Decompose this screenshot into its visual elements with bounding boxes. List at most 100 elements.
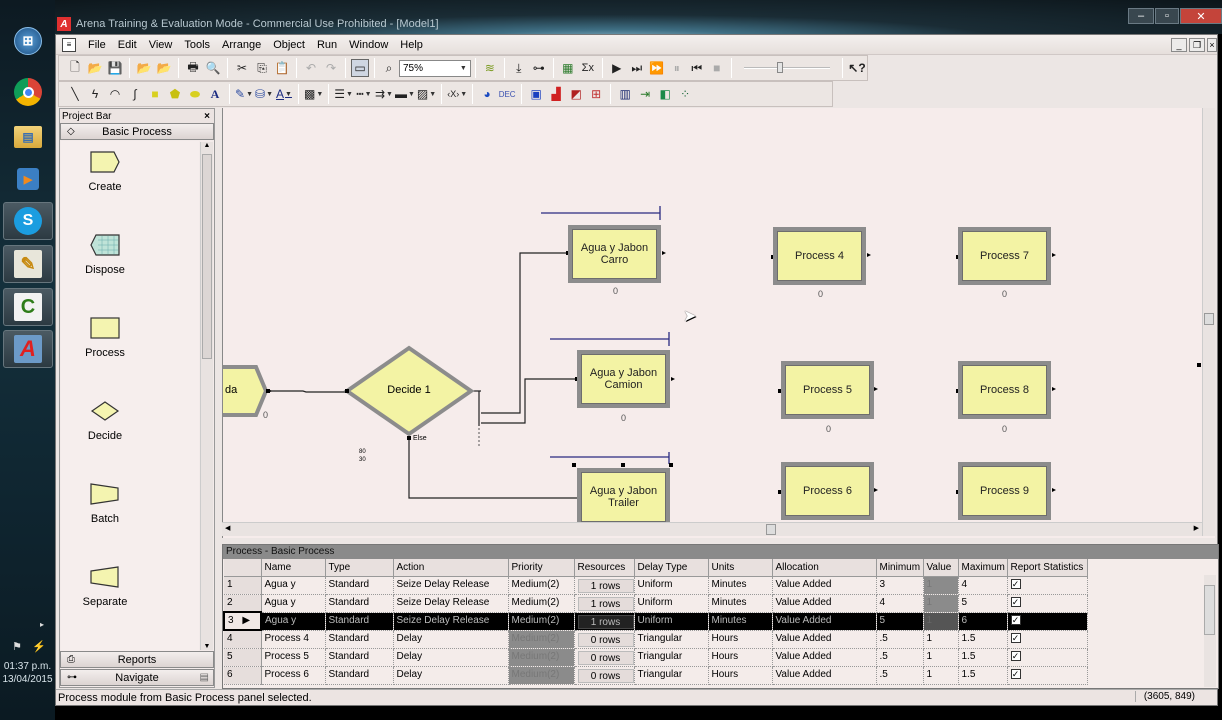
report-statistics-checkbox[interactable]: ✓ [1010,650,1021,661]
resource-animation-icon[interactable]: ⇥ [636,85,654,103]
copy-icon[interactable]: ⎘ [253,59,271,77]
taskbar-media-player[interactable]: ▶ [3,160,53,198]
system-clock[interactable]: 01:37 p.m. 13/04/2015 [0,660,55,686]
network-tray-icon[interactable]: ⚑ [10,640,24,654]
connect-icon[interactable]: ⊶ [530,59,548,77]
ellipse-tool-icon[interactable]: ⬬ [186,85,204,103]
table-row[interactable]: 5 Process 5 Standard Delay Medium(2) 0 rows Tr… [224,648,1088,667]
panel-tab-navigate[interactable]: ⊶ Navigate ▤ [60,669,214,686]
bezier-tool-icon[interactable]: ∫ [126,85,144,103]
print-icon[interactable]: 🖶 [184,59,202,77]
mdi-close-button[interactable]: × [1207,38,1217,52]
resources-rows-button[interactable]: 1 rows [577,596,633,611]
column-header-action[interactable]: Action [393,559,509,577]
cell-resources[interactable]: 1 rows [574,612,635,631]
arrow-style-icon[interactable]: ⇉ ▼ [375,85,393,103]
polyline-tool-icon[interactable]: ϟ [86,85,104,103]
menu-arrange[interactable]: Arrange [216,39,267,51]
column-header-value[interactable]: Value [923,559,959,577]
taskbar-arena[interactable]: A [3,330,53,368]
show-dimensions-icon[interactable]: ‹X› ▼ [447,85,467,103]
cell-allocation[interactable]: Value Added [772,630,877,649]
report-statistics-checkbox[interactable]: ✓ [1010,578,1021,589]
cell-delay-type[interactable]: Uniform [634,576,709,595]
resources-rows-button[interactable]: 1 rows [577,578,633,593]
column-header-maximum[interactable]: Maximum [958,559,1008,577]
box-tool-icon[interactable]: ■ [146,85,164,103]
fill-pattern-icon[interactable]: ▨ ▼ [417,85,436,103]
module-separate[interactable]: Separate [83,566,127,608]
report-statistics-checkbox[interactable]: ✓ [1010,668,1021,679]
panel-tab-reports[interactable]: ⎙ Reports [60,651,214,668]
cell-resources[interactable]: 1 rows [574,576,635,595]
cell-units[interactable]: Minutes [708,594,773,613]
show-hidden-icons-icon[interactable]: ▸ [40,620,44,629]
close-icon[interactable]: × [204,111,210,122]
menu-file[interactable]: File [82,39,112,51]
process-7[interactable]: Process 7 [958,227,1051,285]
cell-name[interactable]: Agua y [261,594,326,613]
save-icon[interactable]: 💾 [106,59,124,77]
table-row[interactable]: 1 Agua y Standard Seize Delay Release Medium… [224,576,1088,595]
decide-module-label[interactable]: Decide 1 [379,384,439,396]
project-bar-scrollbar[interactable]: ▲ ▼ [200,142,213,650]
window-titlebar[interactable]: A Arena Training & Evaluation Mode - Com… [55,14,1222,34]
cell-type[interactable]: Standard [325,612,394,631]
panel-tab-basic-process[interactable]: ◇ Basic Process [60,123,214,140]
cell-allocation[interactable]: Value Added [772,594,877,613]
start-over-icon[interactable]: ⏮ [688,59,706,77]
panel-options-icon[interactable]: ▤ [200,672,209,683]
minimize-window-button[interactable]: ‒ [1128,8,1154,24]
cell-action[interactable]: Delay [393,630,509,649]
column-header-resources[interactable]: Resources [574,559,635,577]
context-help-icon[interactable]: ↖? [848,59,866,77]
column-header-units[interactable]: Units [708,559,773,577]
arc-tool-icon[interactable]: ◠ [106,85,124,103]
cell-type[interactable]: Standard [325,630,394,649]
fast-forward-icon[interactable]: ⏩ [648,59,666,77]
cell-maximum[interactable]: 1.5 [958,630,1008,649]
cell-priority[interactable]: Medium(2) [508,630,575,649]
histogram-animation-icon[interactable]: ◩ [567,85,585,103]
resources-rows-button[interactable]: 1 rows [577,614,633,629]
layers-icon[interactable]: ≋ [481,59,499,77]
close-window-button[interactable]: ✕ [1180,8,1222,24]
spreadsheet-scrollbar[interactable] [1204,575,1216,687]
line-color-icon[interactable]: ✎ ▼ [235,85,253,103]
module-batch[interactable]: Batch [83,483,127,525]
cell-value[interactable]: 1 [923,594,959,613]
scrollbar-thumb[interactable] [202,154,212,359]
resources-rows-button[interactable]: 0 rows [577,650,633,665]
line-tool-icon[interactable]: ╲ [66,85,84,103]
cell-action[interactable]: Seize Delay Release [393,594,509,613]
scroll-up-icon[interactable]: ▲ [201,142,213,149]
create-module-label[interactable]: da [225,384,237,396]
background-color-icon[interactable]: ▩ ▼ [304,85,323,103]
column-header-minimum[interactable]: Minimum [876,559,924,577]
cell-rownum[interactable]: 4 [224,630,262,649]
start-button[interactable]: ⊞ [3,22,53,60]
cell-minimum[interactable]: .5 [876,666,924,685]
polygon-tool-icon[interactable]: ⬟ [166,85,184,103]
cell-name[interactable]: Process 4 [261,630,326,649]
submodel-icon[interactable]: ⤓ [510,59,528,77]
cell-delay-type[interactable]: Uniform [634,612,709,631]
template-detach-icon[interactable]: 📂 [155,59,173,77]
menu-tools[interactable]: Tools [178,39,216,51]
cell-maximum[interactable]: 5 [958,594,1008,613]
cell-units[interactable]: Hours [708,630,773,649]
process-agua-jabon-trailer[interactable]: Agua y Jabon Trailer [577,468,670,526]
process-agua-jabon-camion[interactable]: Agua y Jabon Camion [577,350,670,408]
animate-icon[interactable]: ▦ [559,59,577,77]
model-canvas[interactable]: da 0 Decide 1 Else 80 30 Agua y Jabon Car… [222,108,1215,538]
cell-maximum[interactable]: 1.5 [958,648,1008,667]
cell-name[interactable]: Process 6 [261,666,326,685]
plot-animation-icon[interactable]: ⊞ [587,85,605,103]
mdi-minimize-button[interactable]: _ [1171,38,1187,52]
cell-type[interactable]: Standard [325,666,394,685]
taskbar-chrome[interactable] [3,73,53,111]
module-process[interactable]: Process [83,317,127,359]
document-icon[interactable]: ≡ [62,37,76,52]
stop-icon[interactable]: ■ [708,59,726,77]
line-style-icon[interactable]: ┅ ▼ [355,85,373,103]
